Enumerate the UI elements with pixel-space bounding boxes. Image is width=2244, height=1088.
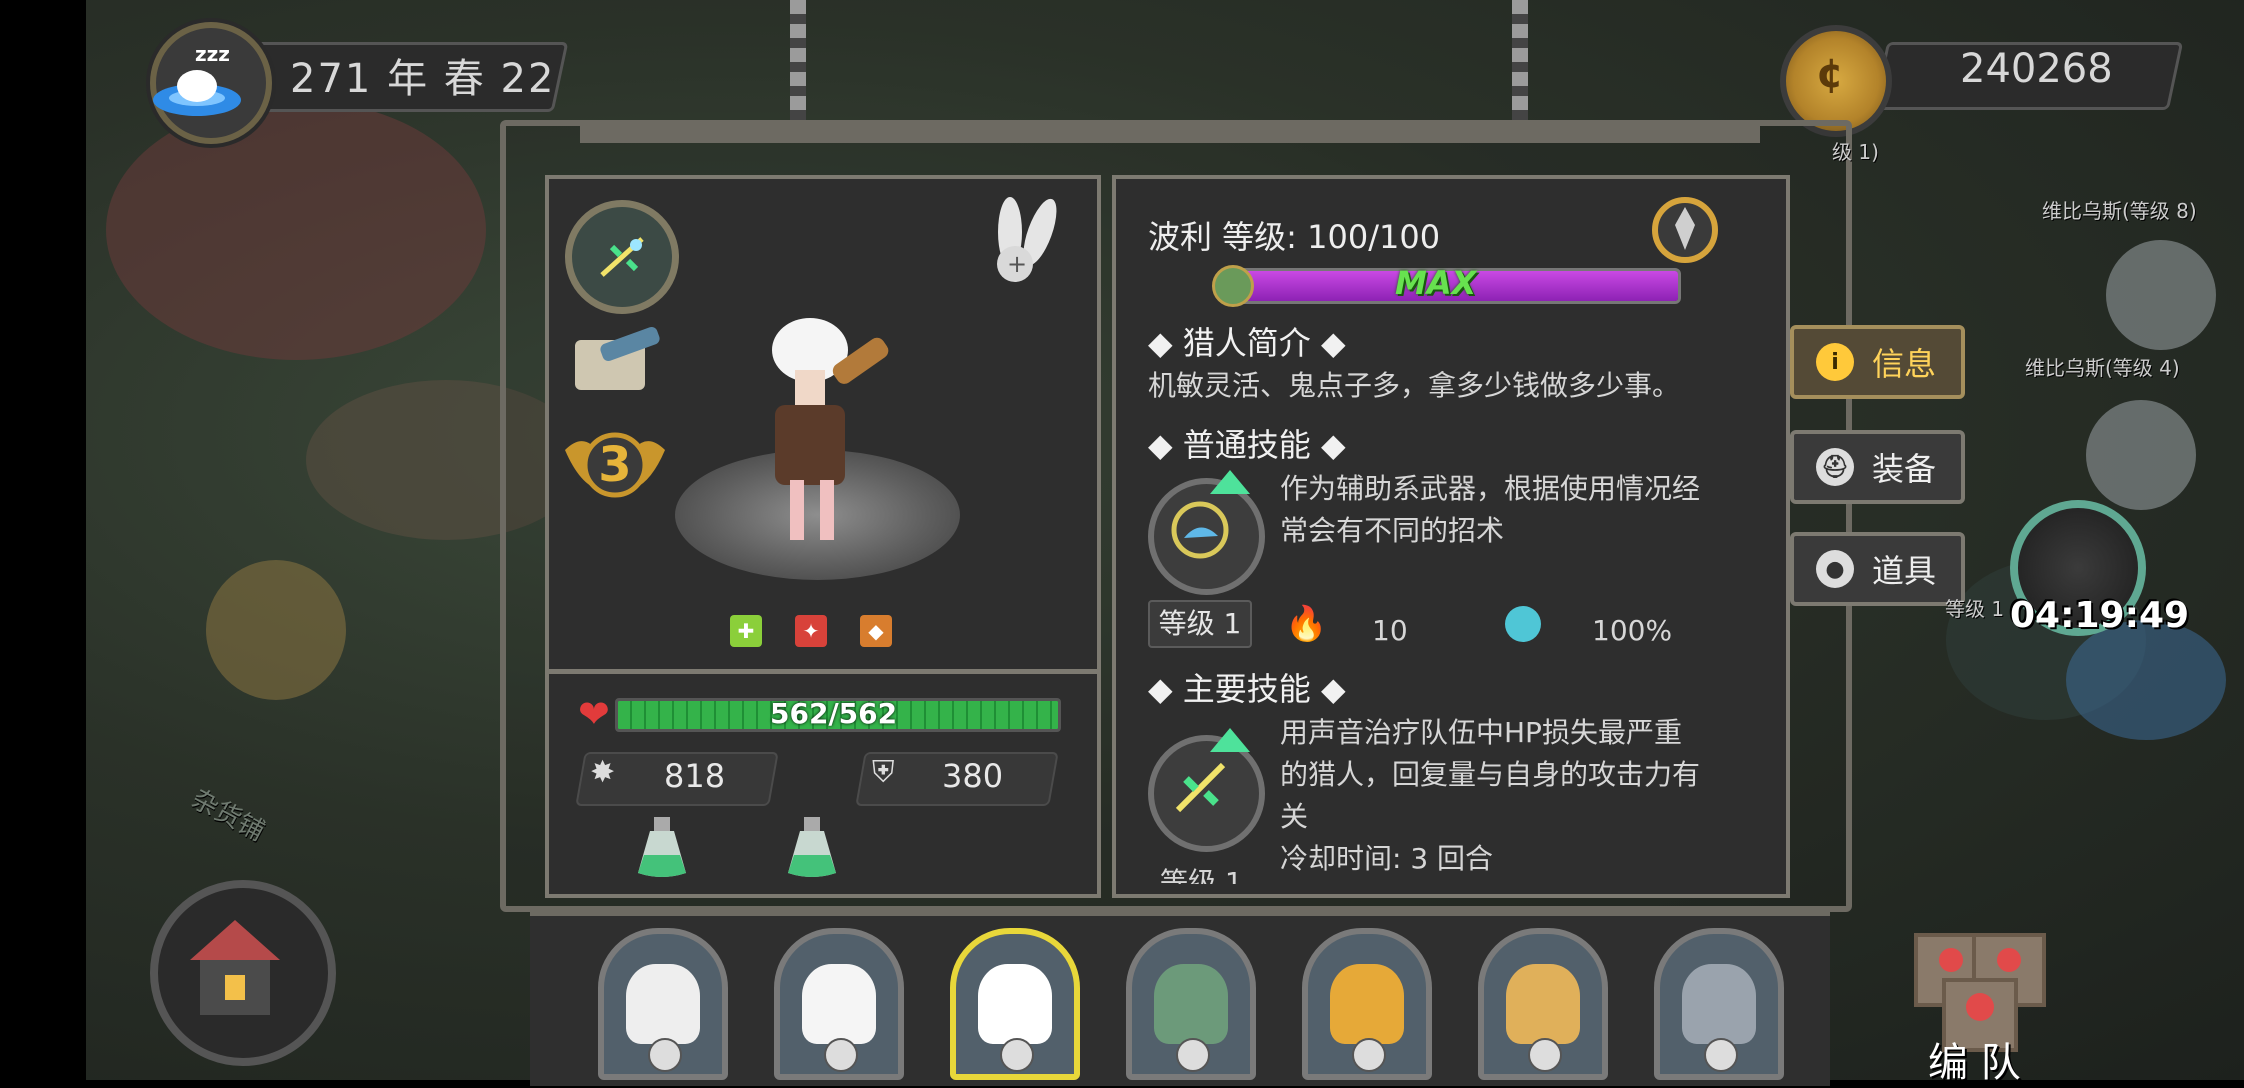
gold-amount: 240268 [1960, 46, 2113, 92]
tab-equipment[interactable]: ⛑ 装备 [1790, 430, 1965, 504]
hunter-name-level: 波利 等级: 100/100 [1148, 218, 1441, 256]
normal-skill-title: 普通技能 [1182, 426, 1311, 464]
leopard-portrait [1330, 964, 1404, 1044]
main-skill-icon[interactable] [1148, 735, 1265, 852]
defense-shield-icon: ⛨ [872, 755, 895, 790]
polar-bear-portrait [802, 964, 876, 1044]
white-bird-monster[interactable] [2106, 240, 2216, 350]
alpaca-portrait [978, 964, 1052, 1044]
role-icon [1704, 1038, 1738, 1072]
normal-skill-fire-value: 10 [1372, 614, 1408, 647]
level-up-icon [1212, 265, 1254, 307]
intro-section-title: ◆ 猎人简介 ◆ [1148, 324, 1346, 362]
giraffe-portrait [1506, 964, 1580, 1044]
date-text: 271 年 春 22 [290, 56, 556, 102]
role-icon [648, 1038, 682, 1072]
letterbox [0, 0, 86, 1080]
team-formation-label: 编 队 [1928, 1040, 2021, 1086]
eagle-portrait [626, 964, 700, 1044]
main-skill-section-title: ◆ 主要技能 ◆ [1148, 670, 1346, 708]
party-member-slot-eagle[interactable] [598, 928, 728, 1080]
main-skill-cooldown: 冷却时间: 3 回合 [1280, 842, 1494, 875]
hanging-chain [1512, 0, 1528, 130]
heart-icon: ❤ [578, 692, 610, 736]
party-member-slot-alpaca[interactable] [950, 928, 1080, 1080]
tab-equipment-label: 装备 [1872, 450, 1937, 488]
role-icon [1000, 1038, 1034, 1072]
party-member-slot-leopard[interactable] [1302, 928, 1432, 1080]
bunny-ears-icon[interactable]: + [985, 192, 1065, 292]
bag-icon: ● [1816, 550, 1854, 588]
max-level-label: MAX [1395, 264, 1477, 302]
potion-slot-icon[interactable] [786, 815, 838, 880]
intro-text: 机敏灵活、鬼点子多，拿多少钱做多少事。 [1148, 369, 1681, 402]
party-member-slot-giraffe[interactable] [1478, 928, 1608, 1080]
tab-info[interactable]: i 信息 [1790, 325, 1965, 399]
fire-icon: 🔥 [1285, 604, 1328, 644]
normal-skill-section-title: ◆ 普通技能 ◆ [1148, 426, 1346, 464]
building-red-house [106, 100, 486, 360]
main-skill-level-partial: 等级 1 [1160, 866, 1243, 884]
accuracy-icon [1505, 606, 1541, 642]
sparkle-wand-icon [600, 237, 644, 277]
normal-skill-level: 等级 1 [1148, 600, 1252, 648]
main-skill-description-line-2: 的猎人，回复量与自身的攻击力有 [1280, 758, 1701, 791]
hp-value: 562/562 [770, 697, 898, 730]
role-icon [1176, 1038, 1210, 1072]
house-icon [190, 920, 280, 1015]
wooden-deck [206, 560, 346, 700]
potion-slot-icon[interactable] [636, 815, 688, 880]
laurel-medal-icon[interactable] [1650, 195, 1720, 270]
upgrade-arrow-icon [1210, 470, 1250, 494]
upgrade-arrow-icon [1210, 728, 1250, 752]
monster-label: 维比乌斯(等级 8) [2042, 199, 2197, 223]
intro-title: 猎人简介 [1182, 324, 1311, 362]
main-skill-description-line-3: 关 [1280, 800, 1309, 833]
attack-value: 818 [664, 757, 726, 795]
white-bird-monster[interactable] [2086, 400, 2196, 510]
tab-info-label: 信息 [1872, 345, 1937, 383]
nature-element-icon[interactable]: ✚ [730, 615, 762, 647]
helmet-icon: ⛑ [1816, 448, 1854, 486]
normal-skill-description-line-2: 常会有不同的招术 [1280, 514, 1505, 547]
shield-element-icon[interactable]: ◆ [860, 615, 892, 647]
tab-items[interactable]: ● 道具 [1790, 532, 1965, 606]
crocodile-portrait [1154, 964, 1228, 1044]
hunter-character-sprite[interactable] [680, 310, 950, 590]
tab-items-label: 道具 [1872, 552, 1937, 590]
info-icon: i [1816, 343, 1854, 381]
role-icon [824, 1038, 858, 1072]
normal-skill-description-line-1: 作为辅助系武器，根据使用情况经 [1280, 472, 1701, 505]
elephant-portrait [1682, 964, 1756, 1044]
normal-skill-icon[interactable] [1148, 478, 1265, 595]
normal-skill-accuracy-value: 100% [1592, 614, 1673, 647]
party-member-slot-crocodile[interactable] [1126, 928, 1256, 1080]
defense-value: 380 [942, 757, 1004, 795]
fire-element-icon[interactable]: ✦ [795, 615, 827, 647]
telescope-map-icon[interactable] [570, 320, 665, 400]
weapon-type-icon[interactable] [565, 200, 679, 314]
rank-badge: 3 [560, 420, 670, 510]
shop-button[interactable] [150, 880, 336, 1066]
svg-text:+: + [1007, 250, 1027, 278]
hanging-chain [790, 0, 806, 130]
blue-dragon-monster[interactable] [2066, 620, 2226, 740]
monster-label-partial: 等级 1 [1945, 597, 2005, 621]
role-icon [1528, 1038, 1562, 1072]
rank-number: 3 [598, 437, 632, 493]
main-skill-title: 主要技能 [1182, 670, 1311, 708]
party-member-slot-elephant[interactable] [1654, 928, 1784, 1080]
ufo-icon [153, 70, 241, 116]
sleep-indicator: zzz [195, 42, 230, 66]
monster-label: 维比乌斯(等级 4) [2025, 356, 2180, 380]
party-member-slot-polar-bear[interactable] [774, 928, 904, 1080]
role-icon [1352, 1038, 1386, 1072]
monster-label-partial: 级 1) [1832, 140, 1879, 164]
dialog-top-rail [580, 125, 1760, 143]
boss-timer: 04:19:49 [2010, 595, 2190, 636]
attack-burst-icon: ✸ [590, 755, 616, 790]
main-skill-description-line-1: 用声音治疗队伍中HP损失最严重 [1280, 716, 1682, 749]
